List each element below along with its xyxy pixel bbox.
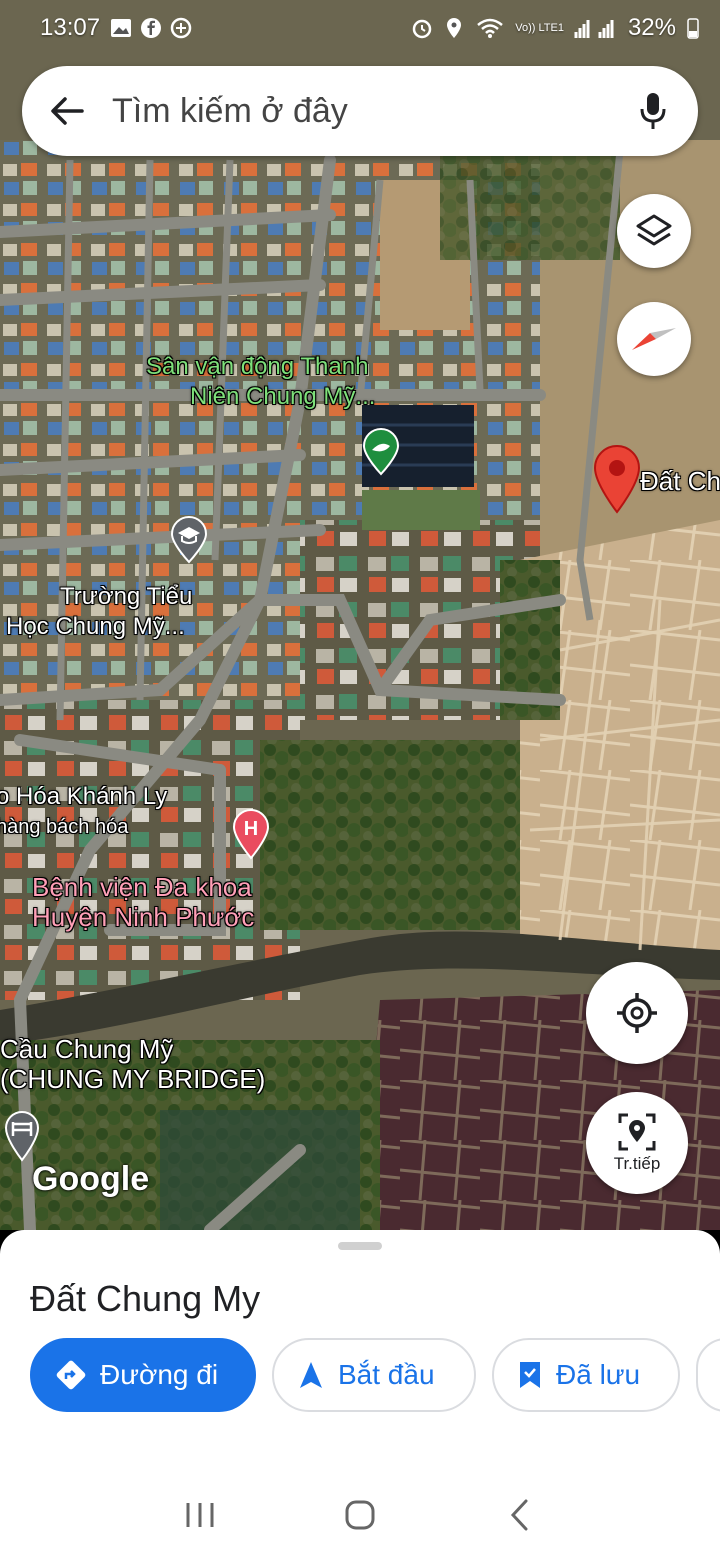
hospital-marker[interactable]: H (232, 808, 270, 865)
bridge-label[interactable]: Cầu Chung Mỹ (CHUNG MY BRIDGE) (0, 1034, 265, 1094)
bookmark-icon (520, 1362, 540, 1388)
bridge-marker[interactable] (4, 1110, 40, 1167)
saved-label: Đã lưu (556, 1359, 641, 1390)
sheet-drag-handle[interactable] (338, 1242, 382, 1250)
school-marker[interactable] (170, 516, 208, 569)
status-bar: 13:07 Vo)) LTE1 32% (0, 0, 720, 56)
store-label-line2: hàng bách hóa (0, 816, 129, 838)
start-label: Bắt đầu (338, 1359, 435, 1390)
data-saver-icon (170, 17, 192, 39)
hospital-label-line2: Huyện Ninh Phước (32, 902, 255, 932)
school-label-line1: Trường Tiểu (60, 583, 193, 610)
directions-label: Đường đi (100, 1359, 219, 1390)
store-label[interactable]: o Hóa Khánh Ly hàng bách hóa (0, 782, 167, 842)
gallery-icon (110, 17, 132, 39)
mic-icon (640, 93, 666, 129)
crosshair-icon (617, 993, 657, 1033)
system-nav-bar (0, 1470, 720, 1560)
start-button[interactable]: Bắt đầu (272, 1338, 476, 1412)
battery-level: 32% (627, 14, 676, 41)
hospital-pin-icon: H (232, 809, 270, 860)
stadium-label-line1: Sân vận động Thanh (146, 353, 369, 380)
recent-apps-icon (186, 1503, 214, 1527)
school-label-line2: Học Chung Mỹ... (6, 613, 185, 640)
location-pin-icon (593, 445, 641, 514)
alarm-icon (411, 17, 433, 39)
battery-icon (686, 17, 700, 39)
layers-icon (636, 214, 672, 246)
chevron-left-icon (510, 1499, 528, 1531)
place-title: Đất Chung My (30, 1278, 261, 1319)
directions-icon (56, 1360, 86, 1390)
action-chips: Đường đi Bắt đầu Đã lưu (30, 1338, 720, 1412)
stadium-label[interactable]: Sân vận động Thanh Niên Chung Mỹ... (146, 352, 375, 412)
compass-icon (632, 328, 676, 350)
selected-place-pin[interactable] (592, 444, 642, 519)
google-watermark: Google (32, 1160, 150, 1198)
directions-button[interactable]: Đường đi (30, 1338, 256, 1412)
live-view-label: Tr.tiếp (613, 1154, 661, 1173)
bridge-pin-icon (4, 1111, 40, 1162)
live-view-button[interactable]: Tr.tiếp (586, 1092, 688, 1194)
stadium-pin-icon (362, 428, 400, 476)
back-button[interactable] (22, 66, 112, 156)
stadium-label-line2: Niên Chung Mỹ... (190, 383, 376, 410)
arrow-left-icon (51, 97, 84, 125)
more-actions-chip[interactable] (696, 1338, 720, 1412)
hospital-label-line1: Bệnh viện Đa khoa (32, 872, 252, 902)
wifi-icon (475, 17, 505, 39)
layers-button[interactable] (617, 194, 691, 268)
my-location-button[interactable] (586, 962, 688, 1064)
search-bar[interactable]: Tìm kiếm ở đây (22, 66, 698, 156)
voice-search-button[interactable] (608, 66, 698, 156)
svg-text:H: H (244, 818, 258, 840)
facebook-icon (140, 17, 162, 39)
navigation-arrow-icon (300, 1362, 322, 1388)
selected-place-label[interactable]: Đất Ch (640, 466, 720, 496)
school-label[interactable]: Trường Tiểu Học Chung Mỹ... (6, 582, 193, 642)
store-label-line1: o Hóa Khánh Ly (0, 783, 168, 810)
home-icon (345, 1500, 375, 1530)
bridge-label-line2: (CHUNG MY BRIDGE) (0, 1064, 266, 1094)
school-pin-icon (170, 516, 208, 564)
hospital-label[interactable]: Bệnh viện Đa khoa Huyện Ninh Phước (32, 872, 254, 932)
live-view-icon (618, 1113, 656, 1151)
search-input[interactable]: Tìm kiếm ở đây (112, 92, 608, 131)
compass-button[interactable] (617, 302, 691, 376)
status-time: 13:07 (40, 14, 101, 41)
place-sheet[interactable]: Đất Chung My Đường đi Bắt đầu Đã lưu (0, 1230, 720, 1470)
network-type: Vo)) LTE1 (515, 21, 564, 34)
signal-icon (574, 17, 618, 39)
stadium-marker[interactable] (362, 428, 400, 481)
back-nav-button[interactable] (490, 1485, 550, 1545)
location-icon (443, 17, 465, 39)
home-button[interactable] (330, 1485, 390, 1545)
bridge-label-line1: Cầu Chung Mỹ (0, 1034, 174, 1064)
saved-button[interactable]: Đã lưu (492, 1338, 680, 1412)
recent-apps-button[interactable] (170, 1485, 230, 1545)
